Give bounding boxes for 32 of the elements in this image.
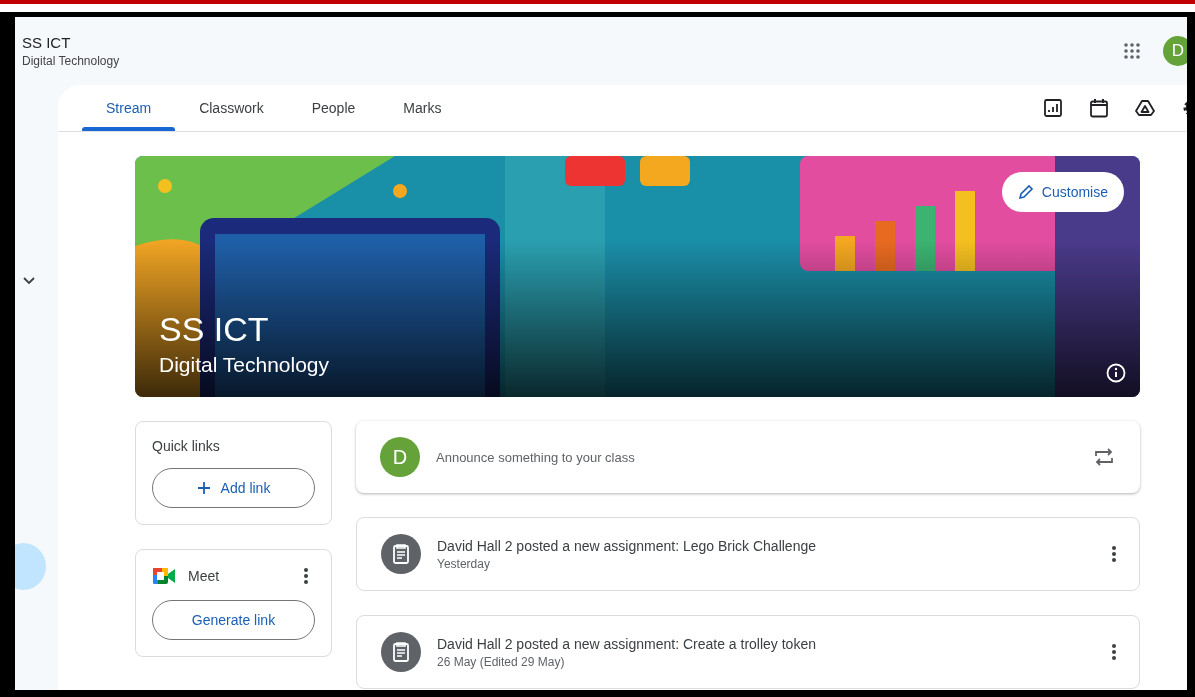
add-link-button[interactable]: Add link [152, 468, 315, 508]
tab[interactable]: People [287, 85, 380, 131]
class-title: SS ICT [22, 34, 72, 51]
report-icon[interactable] [1043, 98, 1063, 118]
calendar-icon[interactable] [1089, 98, 1109, 118]
banner-subtitle: Digital Technology [159, 353, 330, 377]
assignment-icon [381, 632, 421, 672]
quick-links-title: Quick links [152, 438, 221, 454]
post-date: 26 May (Edited 29 May) [437, 654, 566, 669]
customise-button[interactable]: Customise [1001, 172, 1124, 212]
tab[interactable]: Stream [82, 85, 176, 131]
announcement-box[interactable]: D Announce something to your class [356, 421, 1140, 493]
video-camera-icon [152, 566, 176, 586]
post-title: David Hall 2 posted a new assignment: Lego Brick Challenge [437, 537, 817, 554]
announce-placeholder: Announce something to your class [436, 449, 636, 465]
stream-post[interactable]: David Hall 2 posted a new assignment: Lego Brick Challenge Yesterday [356, 517, 1140, 591]
post-date: Yesterday [437, 556, 491, 571]
drive-icon[interactable] [1135, 98, 1155, 118]
post-title: David Hall 2 posted a new assignment: Create a trolley token [437, 635, 817, 652]
avatar: D [380, 437, 420, 477]
pencil-icon [1017, 184, 1034, 200]
plus-icon [196, 481, 211, 495]
banner-title: SS ICT [159, 310, 270, 349]
apps-grid-icon[interactable] [1123, 42, 1141, 60]
assignment-icon [381, 534, 421, 574]
generate-link-button[interactable]: Generate link [152, 600, 315, 640]
tab[interactable]: Marks [379, 85, 466, 131]
info-icon[interactable] [1106, 363, 1126, 383]
tab[interactable]: Classwork [175, 85, 288, 131]
meet-title: Meet [188, 568, 220, 584]
class-subtitle: Digital Technology [22, 54, 121, 68]
stream-post[interactable]: David Hall 2 posted a new assignment: Create a trolley token 26 May (Edited 29 May) [356, 615, 1140, 689]
